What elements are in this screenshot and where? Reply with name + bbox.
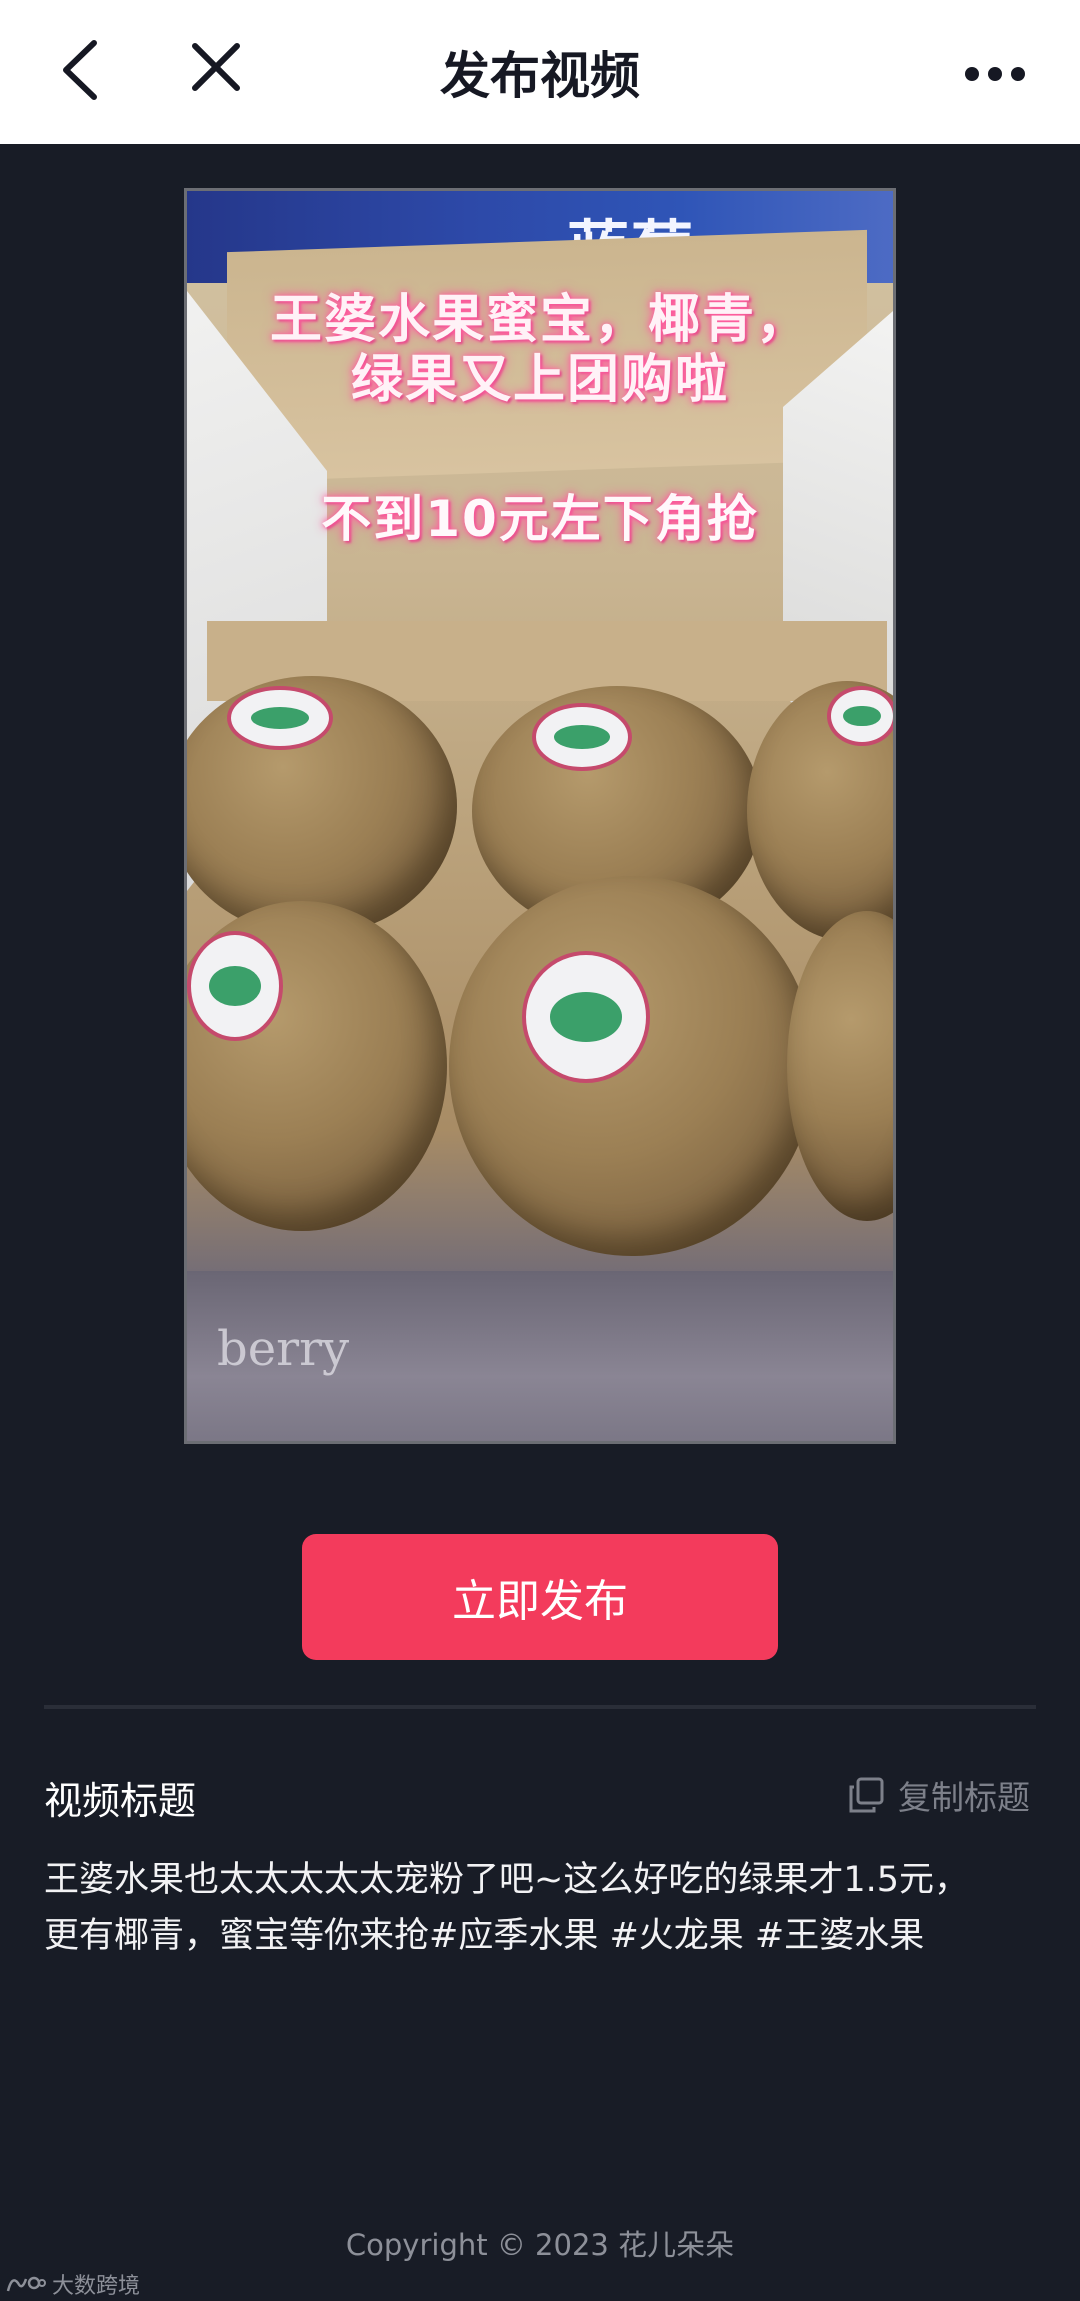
more-button[interactable] — [960, 44, 1030, 104]
back-button[interactable] — [52, 32, 108, 108]
top-bar: 发布视频 — [0, 0, 1080, 144]
video-overlay-text-line3: 不到10元左下角抢 — [321, 490, 759, 548]
copyright-footer: Copyright © 2023 花儿朵朵 — [345, 2228, 735, 2262]
kiwi-sticker — [532, 703, 632, 771]
close-button[interactable] — [186, 32, 246, 102]
watermark-logo-icon — [6, 2276, 46, 2292]
kiwi-sticker — [522, 951, 650, 1083]
kiwi-fruit — [449, 876, 815, 1256]
close-icon — [192, 43, 240, 91]
kiwi-sticker — [827, 686, 893, 746]
video-preview[interactable]: 蓝莓 berry 王婆水果蜜宝，椰青， 绿果又上团购啦 不到10元左下角抢 — [184, 188, 896, 1444]
video-caption: 王婆水果也太太太太太宠粉了吧~这么好吃的绿果才1.5元， 更有椰青，蜜宝等你来抢… — [44, 1852, 1044, 1964]
kiwi-sticker — [227, 686, 333, 750]
video-title-label: 视频标题 — [44, 1779, 197, 1823]
section-divider — [44, 1705, 1036, 1709]
publish-now-button[interactable]: 立即发布 — [302, 1534, 778, 1660]
video-caption-line1: 王婆水果也太太太太太宠粉了吧~这么好吃的绿果才1.5元， — [44, 1860, 969, 1900]
preview-box-bottom-text: berry — [217, 1321, 350, 1377]
copy-title-button[interactable]: 复制标题 — [848, 1770, 1030, 1820]
copy-icon — [849, 1777, 884, 1813]
page-title: 发布视频 — [440, 47, 640, 105]
kiwi-sticker — [187, 931, 283, 1041]
watermark-text: 大数跨境 — [52, 2274, 141, 2299]
watermark: 大数跨境 — [6, 2268, 140, 2300]
video-overlay-text-line2: 绿果又上团购啦 — [350, 350, 729, 410]
kiwi-fruit — [787, 911, 893, 1221]
copy-title-label: 复制标题 — [898, 1778, 1030, 1817]
video-caption-line2: 更有椰青，蜜宝等你来抢#应季水果 #火龙果 #王婆水果 — [44, 1916, 925, 1956]
more-horizontal-icon — [965, 67, 1025, 81]
chevron-left-icon — [63, 40, 97, 100]
